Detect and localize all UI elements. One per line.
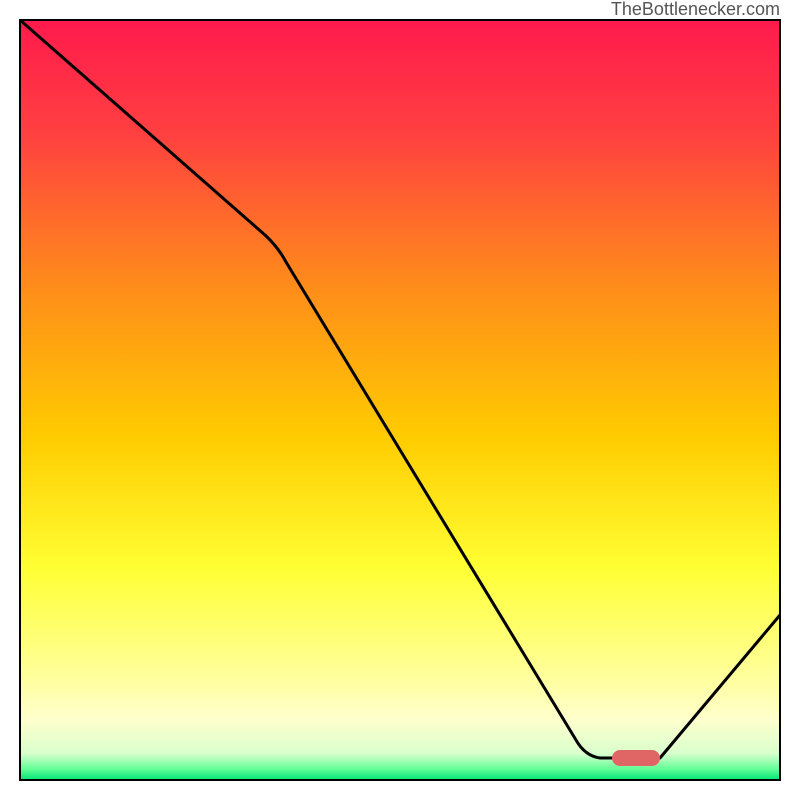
bottleneck-chart: TheBottlenecker.com (0, 0, 800, 800)
plot-background (20, 20, 780, 780)
attribution-text: TheBottlenecker.com (611, 0, 780, 19)
optimum-marker (612, 750, 660, 766)
